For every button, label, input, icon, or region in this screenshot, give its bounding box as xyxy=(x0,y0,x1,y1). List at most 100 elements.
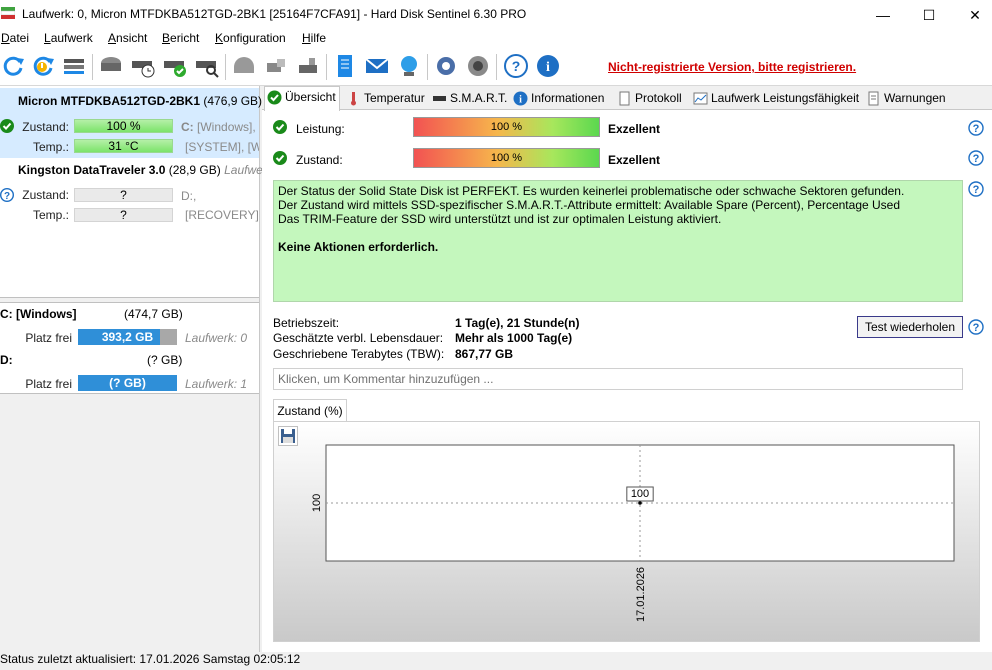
hdd-check-icon[interactable] xyxy=(162,53,188,79)
menu-laufwerk[interactable]: Laufwerk xyxy=(44,31,93,45)
maximize-button[interactable]: ☐ xyxy=(906,0,952,30)
help-icon[interactable]: ? xyxy=(968,319,984,335)
temp-label: Temp.: xyxy=(32,140,69,154)
uptime-value: 1 Tag(e), 21 Stunde(n) xyxy=(455,316,580,330)
retest-button[interactable]: Test wiederholen xyxy=(857,316,963,338)
svg-text:?: ? xyxy=(973,123,980,135)
refresh-icon[interactable] xyxy=(0,53,26,79)
svg-text:i: i xyxy=(546,60,550,75)
usb-icon[interactable] xyxy=(263,53,289,79)
health-chart: 100 17.01.2026 100 xyxy=(311,444,955,622)
drive-ref: Laufwerk: 0 xyxy=(185,331,248,345)
disk-list: Micron MTFDKBA512TGD-2BK1 (476,9 GB) Zus… xyxy=(0,86,263,298)
unregistered-link[interactable]: Nicht-registrierte Version, bitte regist… xyxy=(608,60,856,74)
status-description: Der Status der Solid State Disk ist PERF… xyxy=(273,180,963,302)
tab-warnings[interactable]: Warnungen xyxy=(864,88,948,110)
partition-size: (? GB) xyxy=(147,353,183,367)
comment-field[interactable]: Klicken, um Kommentar hinzuzufügen ... xyxy=(273,368,963,390)
volume-extra: [SYSTEM], [W xyxy=(185,140,259,154)
uptime-label: Betriebszeit: xyxy=(273,316,340,330)
app-icon xyxy=(1,7,15,19)
check-icon xyxy=(273,120,287,134)
toolbar-separator xyxy=(427,54,428,80)
menu-hilfe[interactable]: Hilfe xyxy=(302,31,326,45)
svg-text:?: ? xyxy=(4,191,10,202)
toolbar: ? i Nicht-registrierte Version, bitte re… xyxy=(0,48,992,86)
health-rating: Exzellent xyxy=(608,153,661,167)
disk-list-icon[interactable] xyxy=(61,53,87,79)
performance-label: Leistung: xyxy=(296,122,345,136)
report-icon[interactable] xyxy=(332,53,358,79)
status-line: Das TRIM-Feature der SSD wird unterstütz… xyxy=(278,212,722,226)
disk-head-icon[interactable] xyxy=(231,53,257,79)
mail-icon[interactable] xyxy=(364,53,390,79)
tab-smart[interactable]: S.M.A.R.T. xyxy=(430,88,508,110)
y-tick-label: 100 xyxy=(311,494,323,512)
menu-bar: Datei Laufwerk Ansicht Bericht Konfigura… xyxy=(0,30,992,48)
tab-log[interactable]: Protokoll xyxy=(615,88,687,110)
hdd-search-icon[interactable] xyxy=(194,53,220,79)
tab-information[interactable]: i Informationen xyxy=(511,88,611,110)
hdd-icon[interactable] xyxy=(98,53,124,79)
help-icon[interactable]: ? xyxy=(968,181,984,197)
network-icon[interactable] xyxy=(396,53,422,79)
check-icon xyxy=(267,90,282,105)
menu-datei[interactable]: Datei xyxy=(1,31,29,45)
temp-bar: 31 °C xyxy=(74,139,173,153)
temp-label: Temp.: xyxy=(32,208,69,222)
hdd-icon xyxy=(433,96,446,101)
disk-item-micron[interactable]: Micron MTFDKBA512TGD-2BK1 (476,9 GB) Zus… xyxy=(0,88,263,158)
help-icon[interactable]: ? xyxy=(968,150,984,166)
refresh-warning-icon[interactable] xyxy=(30,53,56,79)
info-icon[interactable]: i xyxy=(535,53,561,79)
disk-name: Kingston DataTraveler 3.0 (28,9 GB) Lauf… xyxy=(18,163,263,177)
settings-icon[interactable] xyxy=(433,53,459,79)
health-label: Zustand: xyxy=(296,153,343,167)
tab-performance[interactable]: Laufwerk Leistungsfähigkeit xyxy=(691,88,861,110)
close-button[interactable]: ✕ xyxy=(952,0,992,30)
svg-text:i: i xyxy=(519,95,522,106)
disk-name: Micron MTFDKBA512TGD-2BK1 (476,9 GB) xyxy=(18,94,263,108)
document-icon xyxy=(619,91,630,106)
partition-list: C: [Windows] (474,7 GB) Platz frei 393,2… xyxy=(0,302,259,394)
performance-rating: Exzellent xyxy=(608,122,661,136)
partition-size: (474,7 GB) xyxy=(124,307,183,321)
drive-ref: Laufwerk: 1 xyxy=(185,377,248,391)
menu-bericht[interactable]: Bericht xyxy=(162,31,199,45)
tbw-value: 867,77 GB xyxy=(455,347,514,361)
check-icon xyxy=(0,119,14,133)
free-label: Platz frei xyxy=(25,377,72,391)
sound-icon[interactable] xyxy=(465,53,491,79)
hdd-small-icon[interactable] xyxy=(295,53,321,79)
partition-name: C: [Windows] xyxy=(0,307,77,321)
partition-item-d[interactable]: D: (? GB) Platz frei (? GB) Laufwerk: 1 xyxy=(0,349,259,395)
minimize-button[interactable]: — xyxy=(860,0,906,30)
tbw-label: Geschriebene Terabytes (TBW): xyxy=(273,347,445,361)
health-bar: 100 % xyxy=(413,148,600,168)
menu-ansicht[interactable]: Ansicht xyxy=(108,31,147,45)
disk-item-kingston[interactable]: Kingston DataTraveler 3.0 (28,9 GB) Lauf… xyxy=(0,160,263,230)
question-icon: ? xyxy=(0,188,14,202)
chart-tab-health[interactable]: Zustand (%) xyxy=(273,399,347,421)
toolbar-separator xyxy=(225,54,226,80)
health-label: Zustand: xyxy=(22,120,69,134)
menu-konfiguration[interactable]: Konfiguration xyxy=(215,31,286,45)
tab-overview[interactable]: Übersicht xyxy=(264,86,340,111)
free-space-bar: 393,2 GB xyxy=(78,329,177,345)
help-icon[interactable]: ? xyxy=(503,53,529,79)
tab-temperature[interactable]: Temperatur xyxy=(344,88,426,110)
hdd-clock-icon[interactable] xyxy=(130,53,156,79)
info-icon: i xyxy=(513,91,528,106)
lifetime-value: Mehr als 1000 Tag(e) xyxy=(455,331,573,345)
svg-text:?: ? xyxy=(512,58,521,74)
volume-extra: [RECOVERY] xyxy=(185,208,259,222)
svg-text:?: ? xyxy=(973,153,980,165)
tab-bar: Übersicht Temperatur S.M.A.R.T. i Inform… xyxy=(262,86,992,111)
data-point xyxy=(638,501,642,505)
help-icon[interactable]: ? xyxy=(968,120,984,136)
main-panel: Übersicht Temperatur S.M.A.R.T. i Inform… xyxy=(262,86,992,652)
volume-info: C: [Windows], xyxy=(181,120,256,134)
partition-item-c[interactable]: C: [Windows] (474,7 GB) Platz frei 393,2… xyxy=(0,303,259,349)
toolbar-separator xyxy=(92,54,93,80)
title-bar: Laufwerk: 0, Micron MTFDKBA512TGD-2BK1 [… xyxy=(0,0,992,30)
